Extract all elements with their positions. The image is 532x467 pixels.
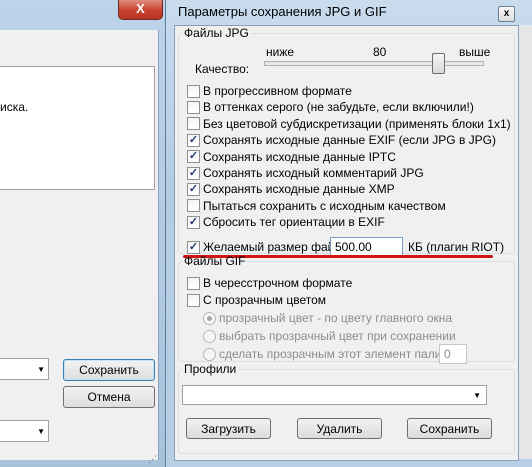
gif-transparent-label: С прозрачным цветом xyxy=(203,293,327,307)
quality-scale-low: ниже xyxy=(266,45,295,59)
delete-profile-button[interactable]: Удалить xyxy=(297,418,382,439)
jpg-option-label: В прогрессивном формате xyxy=(203,84,352,98)
profiles-group-legend: Профили xyxy=(184,362,237,376)
jpg-option-row: ✓ Сохранять исходный комментарий JPG xyxy=(187,165,424,181)
jpg-option-row: ✓ Сохранять исходные данные XMP xyxy=(187,181,395,197)
jpg-option-row: ✓ Сохранять исходные данные IPTC xyxy=(187,149,396,165)
target-size-unit: КБ (плагин RIOT) xyxy=(408,240,505,254)
gif-transparency-radio-label: прозрачный цвет - по цвету главного окна xyxy=(219,311,453,325)
gif-transparency-radio-row: прозрачный цвет - по цвету главного окна xyxy=(203,310,452,326)
gif-group: Файлы GIF В чересстрочном формате С проз… xyxy=(178,254,515,364)
jpg-option-checkbox[interactable]: ✓ xyxy=(187,133,200,147)
target-size-checkbox[interactable]: ✓ xyxy=(187,240,200,254)
quality-slider-track[interactable] xyxy=(264,61,484,66)
jpg-option-checkbox[interactable]: ✓ xyxy=(187,182,200,196)
gif-transparency-radio-row: выбрать прозрачный цвет при сохранении xyxy=(203,328,456,344)
gif-transparent-row: С прозрачным цветом xyxy=(187,292,326,308)
jpg-option-checkbox[interactable] xyxy=(187,84,200,98)
jpg-option-row: ✓ Сбросить тег ориентации в EXIF xyxy=(187,214,385,230)
jpg-option-row: ✓ Сохранять исходные данные EXIF (если JP… xyxy=(187,132,496,148)
jpg-option-row: Пытаться сохранить с исходным качеством xyxy=(187,198,446,214)
jpg-option-checkbox[interactable] xyxy=(187,100,200,114)
save-profile-button[interactable]: Сохранить xyxy=(407,418,492,439)
dialog-title: Параметры сохранения JPG и GIF xyxy=(178,4,387,19)
target-size-row: ✓ Желаемый размер файла: xyxy=(187,239,351,255)
gif-interlaced-checkbox[interactable] xyxy=(187,276,200,290)
gif-interlaced-row: В чересстрочном формате xyxy=(187,275,352,291)
jpg-option-label: Без цветовой субдискретизации (применять… xyxy=(203,116,511,131)
jpg-group: Файлы JPG ниже 80 выше Качество: В прогр… xyxy=(178,26,515,258)
background-combo-2[interactable]: ▼ xyxy=(0,420,49,442)
chevron-down-icon: ▼ xyxy=(37,427,45,436)
jpg-option-label: Сбросить тег ориентации в EXIF xyxy=(203,215,385,230)
jpg-option-checkbox[interactable] xyxy=(187,117,200,131)
background-combo-1[interactable]: ▼ xyxy=(0,358,49,380)
dialog-client-area: Файлы JPG ниже 80 выше Качество: В прогр… xyxy=(174,25,519,461)
jpg-option-checkbox[interactable]: ✓ xyxy=(187,150,200,164)
jpg-group-legend: Файлы JPG xyxy=(184,26,249,40)
profiles-group: Профили ▼ Загрузить Удалить Сохранить xyxy=(178,362,515,454)
background-save-button[interactable]: Сохранить xyxy=(63,359,155,381)
quality-scale-value: 80 xyxy=(373,45,387,59)
gif-transparency-radio-row: сделать прозрачным этот элемент палитры: xyxy=(203,346,466,362)
gif-transparent-checkbox[interactable] xyxy=(187,293,200,307)
jpg-option-label: Пытаться сохранить с исходным качеством xyxy=(203,198,446,213)
jpg-option-row: Без цветовой субдискретизации (применять… xyxy=(187,116,511,132)
jpg-option-label: В оттенках серого (не забудьте, если вкл… xyxy=(203,100,474,115)
background-window: X иска. ▼ Сохранить Отмена ▼ ⋰ xyxy=(0,0,165,467)
jpg-option-row: В оттенках серого (не забудьте, если вкл… xyxy=(187,99,474,115)
background-text-fragment: иска. xyxy=(0,100,29,114)
gif-transparency-radio-label: выбрать прозрачный цвет при сохранении xyxy=(219,329,456,343)
load-profile-button[interactable]: Загрузить xyxy=(186,418,271,439)
chevron-down-icon: ▼ xyxy=(473,391,481,400)
jpg-option-label: Сохранять исходные данные EXIF (если JPG… xyxy=(203,133,496,148)
background-panel: иска. ▼ Сохранить Отмена ▼ xyxy=(0,30,159,460)
jpg-option-checkbox[interactable] xyxy=(187,199,200,213)
gif-transparency-radio[interactable] xyxy=(203,347,216,361)
profiles-combo[interactable]: ▼ xyxy=(182,385,487,405)
jpg-option-checkbox[interactable]: ✓ xyxy=(187,166,200,180)
background-close-button[interactable]: X xyxy=(118,0,163,20)
gif-transparency-radio[interactable] xyxy=(203,311,216,325)
quality-slider-thumb[interactable] xyxy=(432,53,446,74)
quality-label: Качество: xyxy=(195,62,250,76)
jpg-option-label: Сохранять исходные данные IPTC xyxy=(203,149,396,164)
jpg-option-label: Сохранять исходные данные XMP xyxy=(203,182,395,197)
background-text-area[interactable]: иска. xyxy=(0,66,155,190)
resize-grip-icon[interactable]: ⋰ xyxy=(148,454,157,465)
chevron-down-icon: ▼ xyxy=(37,365,45,374)
jpg-option-row: В прогрессивном формате xyxy=(187,83,352,99)
gif-interlaced-label: В чересстрочном формате xyxy=(203,276,353,290)
quality-scale-high: выше xyxy=(459,45,491,59)
palette-index-input[interactable]: 0 xyxy=(439,344,467,364)
gif-group-legend: Файлы GIF xyxy=(184,254,246,268)
jpg-option-label: Сохранять исходный комментарий JPG xyxy=(203,166,424,180)
gif-transparency-radio[interactable] xyxy=(203,329,216,343)
jpg-option-checkbox[interactable]: ✓ xyxy=(187,215,200,229)
gif-transparency-radio-label: сделать прозрачным этот элемент палитры: xyxy=(219,347,466,361)
jpg-gif-save-options-dialog: Параметры сохранения JPG и GIF x Файлы J… xyxy=(165,0,532,467)
close-button[interactable]: x xyxy=(498,6,515,22)
background-cancel-button[interactable]: Отмена xyxy=(63,386,155,408)
dialog-scroll-strip xyxy=(518,25,532,459)
